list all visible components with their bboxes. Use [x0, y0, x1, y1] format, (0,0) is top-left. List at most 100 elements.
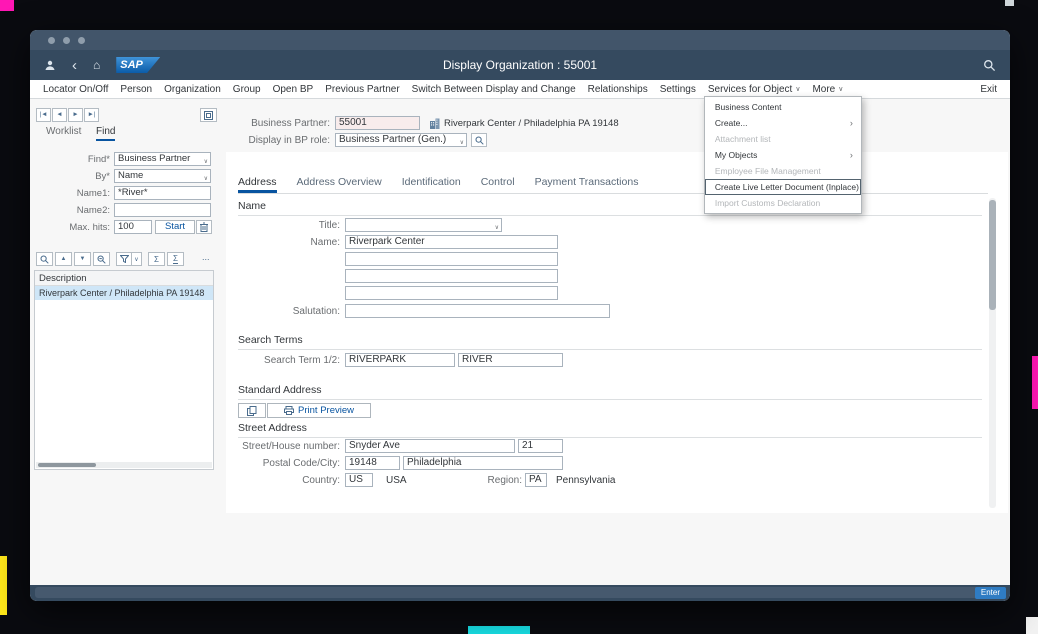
name2-input[interactable] — [114, 203, 211, 217]
subtotal-button[interactable]: Σ — [167, 252, 184, 266]
tab-find[interactable]: Find — [96, 126, 115, 141]
menubar-item-open-bp[interactable]: Open BP — [273, 84, 314, 95]
country-input[interactable]: US — [345, 473, 373, 487]
find-select[interactable]: Business Partner∨ — [114, 152, 211, 166]
menubar-item-switch-display-change[interactable]: Switch Between Display and Change — [412, 84, 576, 95]
search-icon — [475, 136, 484, 145]
tab-worklist[interactable]: Worklist — [46, 126, 81, 139]
menu-item-attachment-list[interactable]: Attachment list — [705, 131, 861, 147]
enter-button[interactable]: Enter — [975, 587, 1006, 599]
first-record-button[interactable]: |◄ — [36, 108, 51, 122]
search-term2-input[interactable]: RIVER — [458, 353, 563, 367]
start-button[interactable]: Start — [155, 220, 195, 234]
menubar-item-services-for-object[interactable]: Services for Object ∨ Business Content C… — [708, 84, 801, 95]
name1-label: Name1: — [34, 186, 110, 201]
tab-address-overview[interactable]: Address Overview — [297, 176, 382, 193]
sort-ascending-icon: ▲ — [61, 256, 67, 262]
by-select[interactable]: Name∨ — [114, 169, 211, 183]
next-record-button[interactable]: ► — [68, 108, 83, 122]
scrollbar-thumb[interactable] — [989, 200, 996, 310]
window-close-button[interactable] — [48, 37, 55, 44]
name-input[interactable]: Riverpark Center — [345, 235, 558, 249]
menubar-item-organization[interactable]: Organization — [164, 84, 221, 95]
menu-item-label: Create Live Letter Document (Inplace) — [715, 179, 859, 195]
filter-dropdown-button[interactable]: ∨ — [131, 252, 142, 266]
title-row: Title: ∨ — [226, 218, 986, 233]
menubar-item-label: Services for Object — [708, 84, 792, 95]
postal-code-input[interactable]: 19148 — [345, 456, 400, 470]
menubar-item-previous-partner[interactable]: Previous Partner — [325, 84, 399, 95]
menubar-item-person[interactable]: Person — [120, 84, 152, 95]
menubar-item-group[interactable]: Group — [233, 84, 261, 95]
scrollbar-thumb[interactable] — [38, 463, 96, 467]
salutation-input[interactable] — [345, 304, 610, 318]
window-titlebar — [30, 30, 1010, 50]
previous-record-icon: ◄ — [56, 111, 62, 118]
menubar-item-relationships[interactable]: Relationships — [588, 84, 648, 95]
city-input[interactable]: Philadelphia — [403, 456, 563, 470]
name3-input[interactable] — [345, 269, 558, 283]
title-select[interactable]: ∨ — [345, 218, 502, 232]
filter-button[interactable] — [116, 252, 132, 266]
house-number-input[interactable]: 21 — [518, 439, 563, 453]
name2-label: Name2: — [34, 203, 110, 218]
menubar-item-settings[interactable]: Settings — [660, 84, 696, 95]
details-button[interactable] — [36, 252, 53, 266]
name4-input[interactable] — [345, 286, 558, 300]
tab-control[interactable]: Control — [481, 176, 515, 193]
menu-item-create-live-letter-document[interactable]: Create Live Letter Document (Inplace) — [705, 179, 861, 195]
expand-locator-button[interactable] — [200, 108, 217, 122]
street-input[interactable]: Snyder Ave — [345, 439, 515, 453]
menu-item-import-customs-declaration[interactable]: Import Customs Declaration — [705, 195, 861, 211]
role-search-button[interactable] — [471, 133, 487, 147]
tab-identification[interactable]: Identification — [402, 176, 461, 193]
tab-payment-transactions[interactable]: Payment Transactions — [535, 176, 639, 193]
sort-ascending-button[interactable]: ▲ — [55, 252, 72, 266]
window-minimize-button[interactable] — [63, 37, 70, 44]
menu-item-create[interactable]: Create... › — [705, 115, 861, 131]
menu-item-label: My Objects — [715, 147, 758, 163]
region-input[interactable]: PA — [525, 473, 547, 487]
user-icon[interactable] — [44, 59, 56, 71]
business-partner-input[interactable]: 55001 — [335, 116, 420, 130]
menu-item-business-content[interactable]: Business Content — [705, 99, 861, 115]
display-role-select[interactable]: Business Partner (Gen.)∨ — [335, 133, 467, 147]
menu-item-employee-file-management[interactable]: Employee File Management — [705, 163, 861, 179]
sum-icon: Σ — [154, 255, 159, 264]
last-record-button[interactable]: ►| — [84, 108, 99, 122]
vertical-scrollbar[interactable] — [989, 198, 996, 508]
expand-icon — [204, 111, 213, 120]
chevron-down-icon: ∨ — [204, 156, 208, 166]
list-item[interactable]: Riverpark Center / Philadelphia PA 19148 — [35, 286, 213, 300]
previous-record-button[interactable]: ◄ — [52, 108, 67, 122]
max-hits-input[interactable]: 100 — [114, 220, 152, 234]
menubar-item-locator-on-off[interactable]: Locator On/Off — [43, 84, 108, 95]
menubar-item-more[interactable]: More ∨ — [812, 84, 843, 95]
search-icon[interactable] — [983, 59, 996, 72]
delete-button[interactable] — [196, 220, 212, 234]
results-column-header[interactable]: Description — [35, 271, 213, 286]
find-button[interactable] — [93, 252, 110, 266]
sum-button[interactable]: Σ — [148, 252, 165, 266]
decoration-bottom-right-white — [1026, 617, 1038, 634]
horizontal-scrollbar[interactable] — [36, 462, 212, 468]
window-maximize-button[interactable] — [78, 37, 85, 44]
address-versions-button[interactable] — [238, 403, 266, 418]
menubar-item-exit[interactable]: Exit — [980, 84, 997, 95]
search-terms-row: Search Term 1/2: RIVERPARK RIVER — [226, 353, 986, 368]
submenu-arrow-icon: › — [850, 147, 853, 163]
home-icon[interactable]: ⌂ — [93, 59, 100, 71]
toolbar-more-button[interactable]: ... — [202, 252, 210, 262]
sort-descending-button[interactable]: ▼ — [74, 252, 91, 266]
tab-address[interactable]: Address — [238, 176, 277, 193]
back-icon[interactable]: ‹ — [72, 58, 77, 73]
name1-input[interactable]: *River* — [114, 186, 211, 200]
chevron-down-icon: ∨ — [795, 85, 800, 93]
name-label: Name: — [226, 235, 340, 250]
name2-input[interactable] — [345, 252, 558, 266]
menu-item-my-objects[interactable]: My Objects › — [705, 147, 861, 163]
search-terms-heading: Search Terms — [238, 334, 982, 350]
print-preview-button[interactable]: Print Preview — [267, 403, 371, 418]
search-term1-input[interactable]: RIVERPARK — [345, 353, 455, 367]
country-label: Country: — [226, 473, 340, 488]
